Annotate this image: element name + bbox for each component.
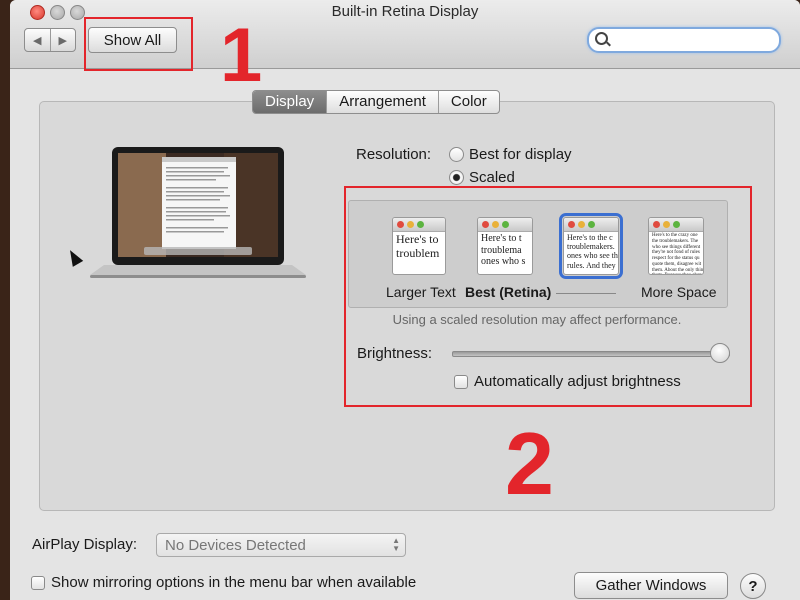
help-button[interactable]: ? xyxy=(740,573,766,599)
mirroring-options-checkbox[interactable] xyxy=(31,576,45,590)
back-forward-control: ◀ ▶ xyxy=(24,28,76,52)
gather-windows-button[interactable]: Gather Windows xyxy=(574,572,728,599)
annotation-marker-1: 1 xyxy=(220,13,263,98)
best-for-display-label[interactable]: Best for display xyxy=(469,146,572,163)
airplay-display-value: No Devices Detected xyxy=(165,537,306,554)
search-field[interactable] xyxy=(587,27,781,53)
macbook-display-icon xyxy=(90,147,306,278)
search-icon xyxy=(595,32,608,45)
tab-display[interactable]: Display xyxy=(253,91,327,113)
airplay-display-popup[interactable]: No Devices Detected ▲ ▼ xyxy=(156,533,406,557)
scaled-label[interactable]: Scaled xyxy=(469,169,515,186)
annotation-box-1 xyxy=(84,17,193,71)
tab-color[interactable]: Color xyxy=(437,91,499,113)
resolution-label: Resolution: xyxy=(356,146,432,163)
back-arrow-icon: ◀ xyxy=(33,34,42,47)
annotation-box-2 xyxy=(344,186,752,407)
forward-arrow-icon: ▶ xyxy=(58,34,67,47)
updown-arrows-icon: ▲ ▼ xyxy=(392,536,400,553)
back-button[interactable]: ◀ xyxy=(25,29,50,51)
airplay-display-label: AirPlay Display: xyxy=(32,536,138,553)
scaled-radio[interactable] xyxy=(449,170,464,185)
preference-tabs: Display Arrangement Color xyxy=(252,90,500,114)
mirroring-options-label[interactable]: Show mirroring options in the menu bar w… xyxy=(51,574,416,591)
forward-button[interactable]: ▶ xyxy=(49,29,76,51)
best-for-display-radio[interactable] xyxy=(449,147,464,162)
tab-arrangement[interactable]: Arrangement xyxy=(326,91,438,113)
annotation-marker-2: 2 xyxy=(505,414,554,513)
